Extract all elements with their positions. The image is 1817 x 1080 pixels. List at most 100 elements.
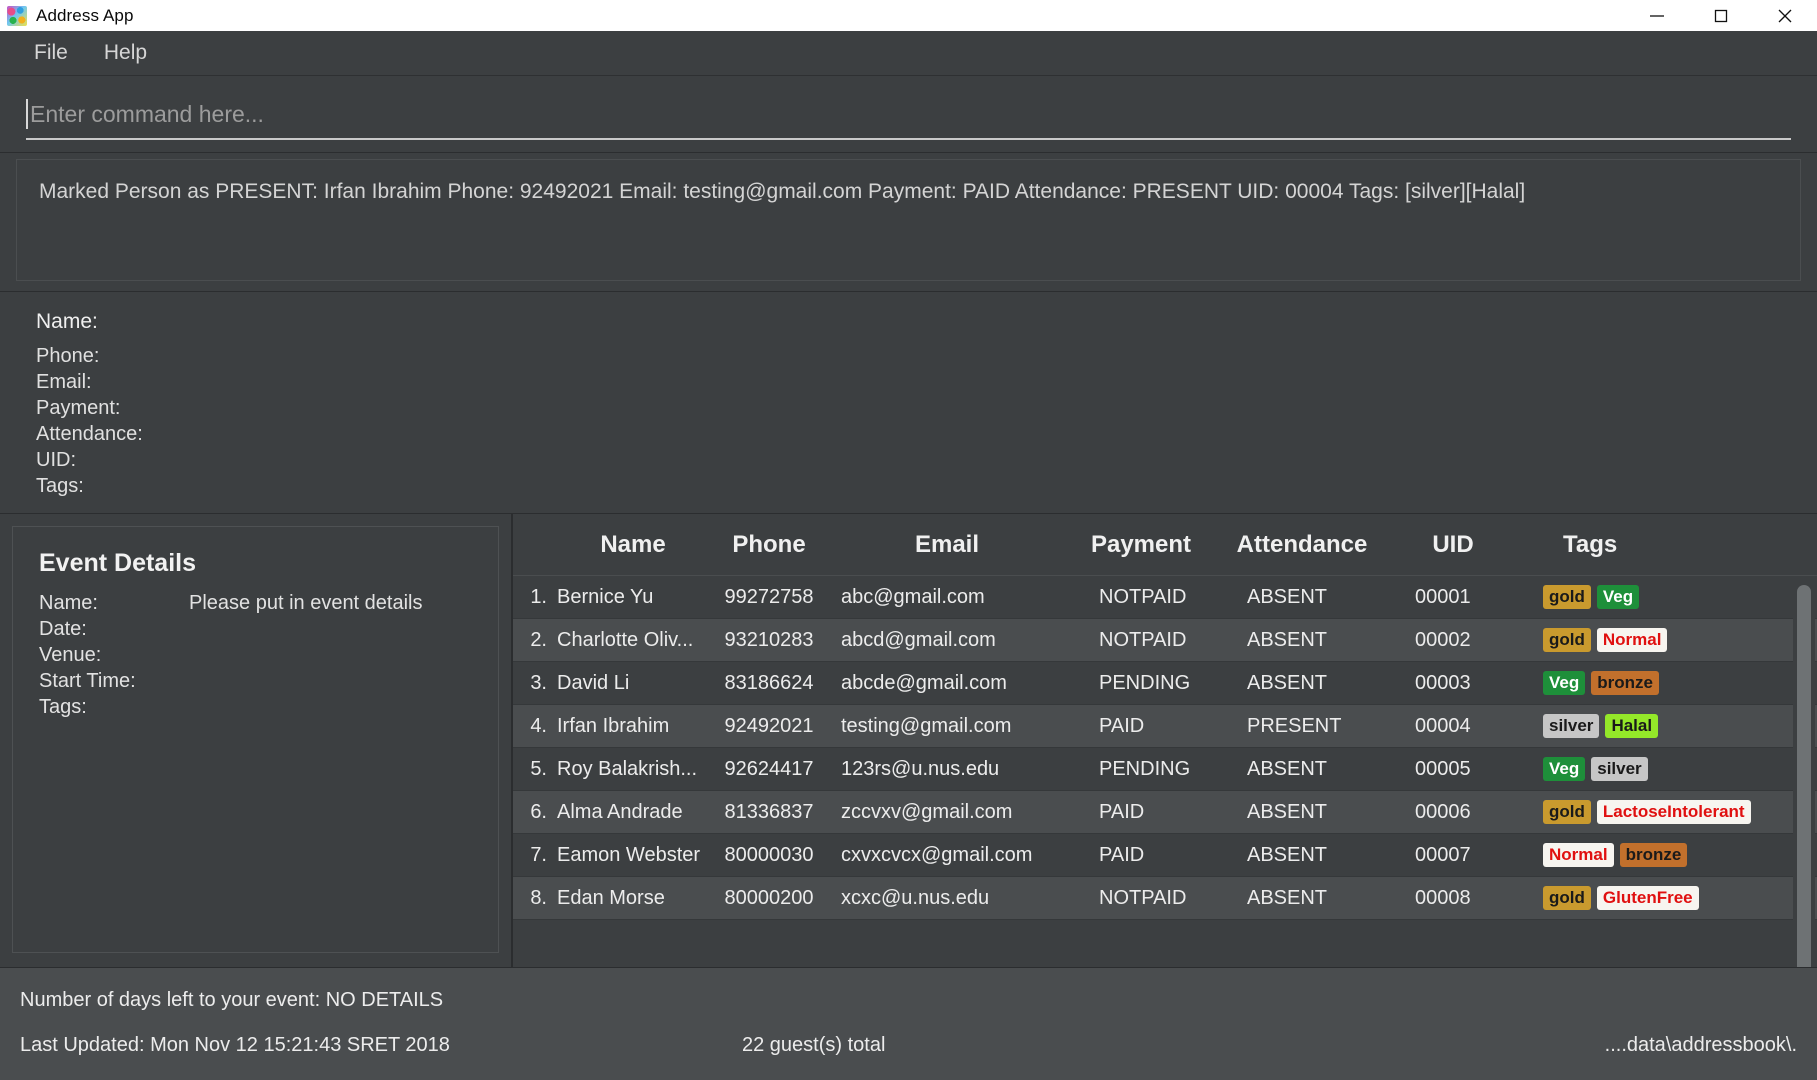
cell-phone: 93210283 bbox=[724, 628, 814, 651]
tag-badge: silver bbox=[1543, 713, 1600, 739]
event-name-label: Name: bbox=[39, 592, 98, 614]
cell-tags: gold Veg bbox=[1519, 584, 1787, 610]
tag-badge: silver bbox=[1591, 756, 1648, 782]
table-row[interactable]: 3. David Li 83186624 abcde@gmail.com PENDING… bbox=[513, 662, 1817, 705]
result-display-area: Marked Person as PRESENT: Irfan Ibrahim … bbox=[0, 153, 1817, 292]
cell-index: 7. bbox=[530, 843, 547, 866]
cell-uid: 00002 bbox=[1415, 628, 1471, 651]
cell-name: Edan Morse bbox=[557, 886, 665, 909]
minimize-icon bbox=[1650, 14, 1664, 17]
tag-badge: Veg bbox=[1596, 584, 1640, 610]
cell-tags: gold Normal bbox=[1519, 627, 1787, 653]
table-row[interactable]: 6. Alma Andrade 81336837 zccvxv@gmail.com PA… bbox=[513, 791, 1817, 834]
close-button[interactable] bbox=[1753, 0, 1817, 31]
person-email-field: Email: bbox=[36, 371, 92, 393]
person-detail-panel: Name: Phone: Email: Payment: Attendance:… bbox=[0, 292, 1817, 514]
table-row[interactable]: 2. Charlotte Oliv... 93210283 abcd@gmail.co… bbox=[513, 619, 1817, 662]
close-icon bbox=[1778, 9, 1792, 22]
person-attendance-field: Attendance: bbox=[36, 423, 143, 445]
event-details-card: Event Details Name: Please put in event … bbox=[12, 526, 499, 953]
result-display-box: Marked Person as PRESENT: Irfan Ibrahim … bbox=[16, 159, 1801, 281]
cell-name: Bernice Yu bbox=[557, 585, 654, 608]
column-header-uid: UID bbox=[1432, 530, 1474, 558]
cell-name: Irfan Ibrahim bbox=[557, 714, 670, 737]
maximize-icon bbox=[1714, 9, 1728, 22]
table-row[interactable]: 5. Roy Balakrish... 92624417 123rs@u.nus.ed… bbox=[513, 748, 1817, 791]
cell-payment: PENDING bbox=[1099, 671, 1191, 694]
event-tags-label: Tags: bbox=[39, 696, 87, 718]
table-row[interactable]: 4. Irfan Ibrahim 92492021 testing@gmail.com… bbox=[513, 705, 1817, 748]
event-date-label: Date: bbox=[39, 618, 87, 640]
cell-attendance: ABSENT bbox=[1247, 628, 1328, 651]
cell-phone: 99272758 bbox=[724, 585, 814, 608]
cell-payment: NOTPAID bbox=[1099, 585, 1187, 608]
table-row[interactable]: 8. Edan Morse 80000200 xcxc@u.nus.edu NOTPAI… bbox=[513, 877, 1817, 920]
text-caret bbox=[26, 99, 28, 129]
cell-uid: 00006 bbox=[1415, 800, 1471, 823]
status-line-top: Number of days left to your event: NO DE… bbox=[20, 978, 1797, 1023]
cell-tags: silver Halal bbox=[1519, 713, 1787, 739]
cell-email: 123rs@u.nus.edu bbox=[841, 757, 1000, 780]
days-left-status: Number of days left to your event: NO DE… bbox=[20, 989, 444, 1011]
minimize-button[interactable] bbox=[1625, 0, 1689, 31]
table-row[interactable]: 7. Eamon Webster 80000030 cxvxcvcx@gmail.co… bbox=[513, 834, 1817, 877]
cell-phone: 92492021 bbox=[724, 714, 814, 737]
person-list-scrollbar[interactable] bbox=[1793, 577, 1815, 967]
cell-name: Alma Andrade bbox=[557, 800, 683, 823]
tag-badge: Veg bbox=[1543, 670, 1586, 696]
tag-badge: Veg bbox=[1543, 756, 1586, 782]
command-box-area bbox=[0, 76, 1817, 153]
cell-tags: Normal bronze bbox=[1519, 842, 1787, 868]
column-header-payment: Payment bbox=[1090, 530, 1192, 558]
scrollbar-thumb[interactable] bbox=[1797, 585, 1811, 967]
cell-index: 2. bbox=[530, 628, 547, 651]
cell-uid: 00004 bbox=[1415, 714, 1471, 737]
person-list-body[interactable]: 1. Bernice Yu 99272758 abc@gmail.com NOTPAID… bbox=[513, 576, 1817, 967]
cell-index: 5. bbox=[530, 757, 547, 780]
cell-attendance: PRESENT bbox=[1247, 714, 1342, 737]
last-updated-status: Last Updated: Mon Nov 12 15:21:43 SRET 2… bbox=[20, 1034, 450, 1056]
menu-bar: File Help bbox=[0, 31, 1817, 76]
event-details-pane: Event Details Name: Please put in event … bbox=[0, 514, 513, 967]
title-bar: Address App bbox=[0, 0, 1817, 31]
cell-email: zccvxv@gmail.com bbox=[841, 800, 1013, 823]
cell-phone: 80000030 bbox=[724, 843, 814, 866]
cell-attendance: ABSENT bbox=[1247, 757, 1328, 780]
cell-phone: 83186624 bbox=[724, 671, 814, 694]
maximize-button[interactable] bbox=[1689, 0, 1753, 31]
tag-badge: gold bbox=[1543, 799, 1591, 825]
cell-email: abcde@gmail.com bbox=[841, 671, 1007, 694]
cell-attendance: ABSENT bbox=[1247, 800, 1328, 823]
status-line-bottom: Last Updated: Mon Nov 12 15:21:43 SRET 2… bbox=[20, 1023, 1797, 1068]
cell-attendance: ABSENT bbox=[1247, 585, 1328, 608]
event-venue-label: Venue: bbox=[39, 644, 102, 666]
table-header-row: Name Phone Email Payment Attendance UID … bbox=[513, 514, 1817, 576]
cell-name: Charlotte Oliv... bbox=[557, 628, 694, 651]
command-field[interactable] bbox=[26, 90, 1791, 140]
cell-email: abcd@gmail.com bbox=[841, 628, 996, 651]
cell-index: 8. bbox=[530, 886, 547, 909]
cell-phone: 92624417 bbox=[724, 757, 814, 780]
cell-uid: 00008 bbox=[1415, 886, 1471, 909]
person-payment-field: Payment: bbox=[36, 397, 121, 419]
event-row-name: Name: Please put in event details bbox=[39, 590, 472, 616]
event-details-title: Event Details bbox=[39, 549, 197, 577]
menu-item-help[interactable]: Help bbox=[88, 37, 163, 69]
person-tags-field: Tags: bbox=[36, 475, 84, 497]
table-row[interactable]: 1. Bernice Yu 99272758 abc@gmail.com NOTPAID… bbox=[513, 576, 1817, 619]
command-input[interactable] bbox=[30, 100, 1791, 128]
person-list-pane: Name Phone Email Payment Attendance UID … bbox=[513, 514, 1817, 967]
tag-badge: bronze bbox=[1591, 670, 1659, 696]
cell-email: abc@gmail.com bbox=[841, 585, 985, 608]
tag-badge: gold bbox=[1543, 885, 1591, 911]
guest-total-status: 22 guest(s) total bbox=[742, 1034, 886, 1056]
cell-tags: Veg silver bbox=[1519, 756, 1787, 782]
window-controls bbox=[1625, 0, 1817, 31]
cell-payment: NOTPAID bbox=[1099, 886, 1187, 909]
cell-attendance: ABSENT bbox=[1247, 671, 1328, 694]
event-starttime-label: Start Time: bbox=[39, 670, 136, 692]
event-row-venue: Venue: bbox=[39, 642, 472, 668]
column-header-email: Email bbox=[914, 530, 980, 558]
menu-item-file[interactable]: File bbox=[18, 37, 84, 69]
tag-badge: Halal bbox=[1605, 713, 1659, 739]
